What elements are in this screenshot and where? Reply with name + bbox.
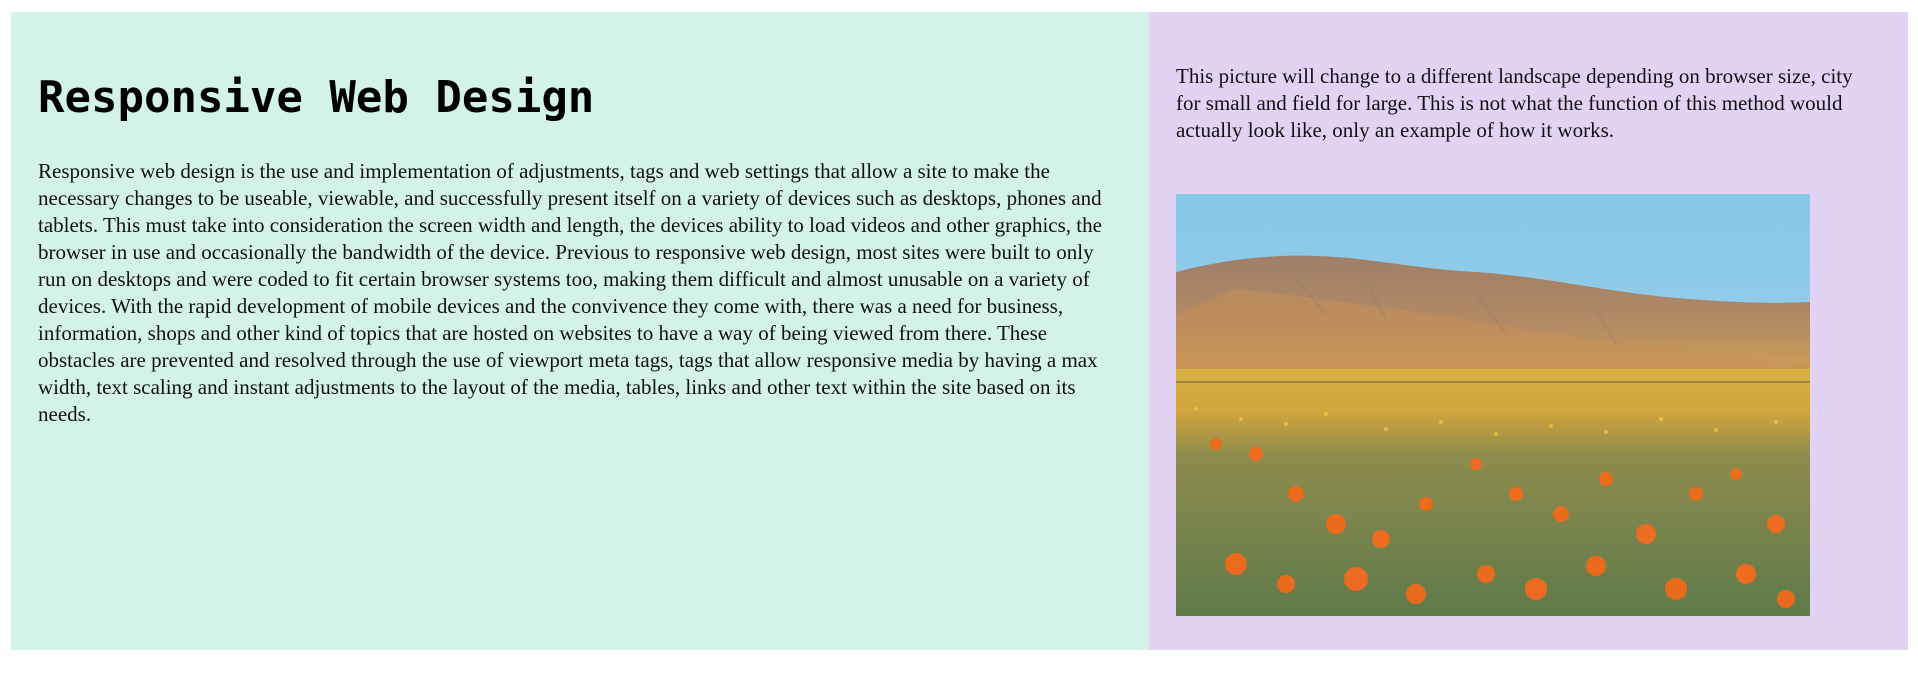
page-container: Responsive Web Design Responsive web des… bbox=[11, 12, 1908, 650]
side-caption: This picture will change to a different … bbox=[1176, 64, 1853, 142]
main-paragraph: Responsive web design is the use and imp… bbox=[38, 159, 1102, 426]
side-panel: This picture will change to a different … bbox=[1149, 12, 1908, 650]
main-content-panel: Responsive Web Design Responsive web des… bbox=[11, 12, 1149, 650]
page-title: Responsive Web Design bbox=[38, 72, 595, 123]
poppy-field-landscape-image bbox=[1176, 194, 1810, 616]
